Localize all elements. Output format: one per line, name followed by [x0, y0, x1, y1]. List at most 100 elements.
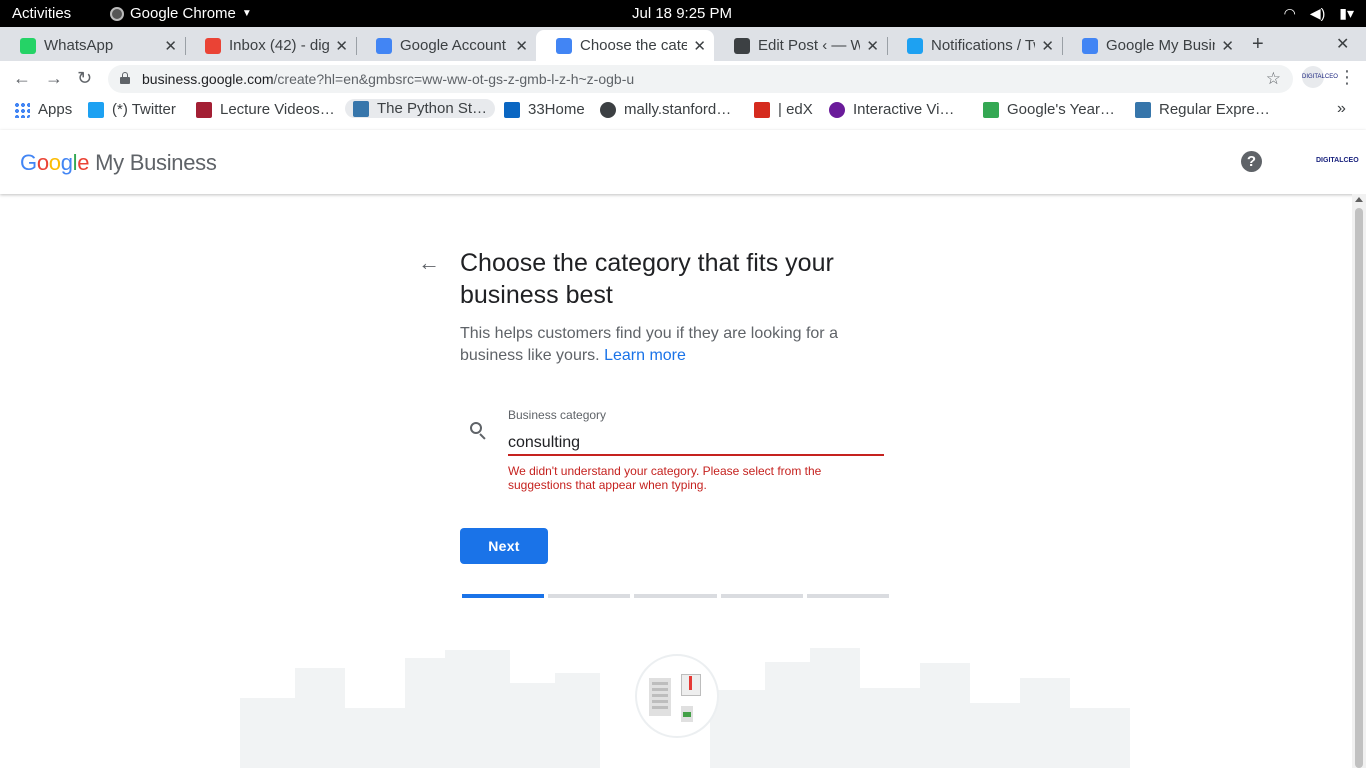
page-content: Google My Business ? DIGITALCEO ← Choose … — [0, 130, 1366, 768]
url-text[interactable]: business.google.com/create?hl=en&gmbsrc=… — [142, 71, 634, 87]
address-bar[interactable]: business.google.com/create?hl=en&gmbsrc=… — [108, 65, 1293, 93]
bookmark-favicon-icon — [14, 101, 30, 118]
bookmark-item[interactable]: 33Home — [504, 101, 585, 118]
tab-close-icon[interactable]: ✕ — [866, 37, 879, 55]
progress-segment — [720, 594, 803, 598]
tab-close-icon[interactable]: ✕ — [164, 37, 177, 55]
bookmark-item[interactable]: Interactive Vi… — [829, 101, 954, 118]
bookmarks-bar: Apps (*) Twitter Lecture Videos… The Python… — [0, 96, 1366, 126]
page-scrollbar[interactable] — [1352, 194, 1366, 768]
page-title: Choose the category that fits your busin… — [460, 249, 834, 309]
tab-title: Inbox (42) - digit — [229, 37, 330, 54]
bookmark-label: The Python St… — [377, 100, 488, 117]
lock-icon — [120, 72, 130, 84]
help-icon[interactable]: ? — [1241, 151, 1262, 172]
bookmark-label: | edX — [778, 101, 813, 118]
bookmark-item[interactable]: mally.stanford… — [600, 101, 731, 118]
chrome-menu-icon[interactable]: ⋮ — [1338, 67, 1356, 88]
app-menu[interactable]: Google Chrome ▼ — [110, 5, 252, 22]
bookmark-favicon-icon — [88, 101, 104, 118]
bookmark-label: 33Home — [528, 101, 585, 118]
back-arrow-icon[interactable]: ← — [418, 250, 440, 276]
browser-tab[interactable]: Edit Post ‹ — Wo ✕ — [714, 30, 887, 61]
browser-tab[interactable]: WhatsApp ✕ — [0, 30, 185, 61]
tab-close-icon[interactable]: ✕ — [693, 37, 706, 55]
extension-icon[interactable]: DIGITALCEO — [1302, 66, 1338, 88]
chrome-icon — [110, 6, 124, 21]
bookmarks-overflow-icon[interactable]: » — [1337, 100, 1346, 118]
bookmark-favicon-icon — [196, 101, 212, 118]
bookmark-favicon-icon — [504, 101, 520, 118]
progress-segment — [462, 594, 545, 598]
google-my-business-logo[interactable]: Google My Business — [20, 150, 217, 176]
tab-separator — [887, 37, 888, 55]
tab-favicon-icon — [20, 37, 36, 54]
tab-favicon-icon — [205, 37, 221, 54]
tab-title: Edit Post ‹ — Wo — [758, 37, 861, 54]
bookmark-label: Lecture Videos… — [220, 101, 335, 118]
tab-favicon-icon — [734, 37, 750, 54]
bookmark-star-icon[interactable]: ☆ — [1266, 69, 1281, 89]
clock[interactable]: Jul 18 9:25 PM — [632, 5, 732, 22]
volume-icon: ◀) — [1309, 5, 1326, 21]
learn-more-link[interactable]: Learn more — [604, 347, 686, 364]
bookmark-favicon-icon — [829, 101, 845, 118]
bookmark-label: Regular Expre… — [1159, 101, 1270, 118]
bookmark-favicon-icon — [600, 101, 616, 118]
scroll-up-icon[interactable] — [1355, 197, 1363, 202]
tab-strip: WhatsApp ✕ Inbox (42) - digit ✕ Google Accou… — [0, 27, 1366, 61]
tab-favicon-icon — [1082, 37, 1098, 54]
new-tab-button[interactable]: + — [1252, 33, 1264, 56]
forward-nav-icon[interactable]: → — [45, 68, 63, 89]
progress-segment — [548, 594, 631, 598]
browser-tab[interactable]: Google My Busin ✕ — [1062, 30, 1242, 61]
next-button[interactable]: Next — [460, 528, 548, 564]
tab-favicon-icon — [907, 37, 923, 54]
bookmark-item[interactable]: | edX — [754, 101, 813, 118]
bookmark-item[interactable]: The Python St… — [345, 99, 496, 118]
tab-close-icon[interactable]: ✕ — [515, 37, 528, 55]
app-name: Google Chrome — [130, 5, 236, 22]
bookmark-favicon-icon — [754, 101, 770, 118]
business-illustration — [635, 654, 719, 738]
activities-button[interactable]: Activities — [12, 5, 71, 22]
wifi-icon: ◠ — [1283, 5, 1296, 21]
bookmark-item[interactable]: (*) Twitter — [88, 101, 176, 118]
bookmark-item[interactable]: Lecture Videos… — [196, 101, 335, 118]
system-tray[interactable]: ◠ ◀) ▮▾ — [1284, 5, 1354, 22]
gmb-header: Google My Business ? DIGITALCEO — [0, 130, 1366, 194]
tab-close-icon[interactable]: ✕ — [335, 37, 348, 55]
bookmark-item[interactable]: Apps — [14, 101, 72, 118]
progress-segment — [634, 594, 717, 598]
business-category-input[interactable] — [508, 431, 884, 455]
caret-down-icon: ▼ — [241, 8, 252, 19]
back-nav-icon[interactable]: ← — [13, 68, 31, 89]
tab-title: Google Account — [400, 37, 506, 54]
input-underline — [508, 454, 884, 456]
tab-title: Google My Busin — [1106, 37, 1216, 54]
step-progress — [462, 594, 889, 598]
bookmark-item[interactable]: Regular Expre… — [1135, 101, 1270, 118]
bookmark-label: Interactive Vi… — [853, 101, 955, 118]
tab-favicon-icon — [556, 37, 572, 54]
tab-title: Choose the categ — [580, 37, 688, 54]
bookmark-favicon-icon — [983, 101, 999, 118]
tab-separator — [185, 37, 186, 55]
error-message: We didn't understand your category. Plea… — [508, 464, 822, 492]
browser-tab[interactable]: Choose the categ ✕ — [536, 30, 714, 61]
scrollbar-thumb[interactable] — [1355, 208, 1363, 768]
window-close-icon[interactable]: ✕ — [1336, 34, 1349, 54]
browser-tab[interactable]: Inbox (42) - digit ✕ — [185, 30, 356, 61]
account-avatar[interactable]: DIGITALCEO — [1316, 150, 1359, 172]
browser-tab[interactable]: Notifications / Tw ✕ — [887, 30, 1062, 61]
battery-icon: ▮▾ — [1339, 5, 1354, 21]
bookmark-item[interactable]: Google's Year… — [983, 101, 1115, 118]
tab-close-icon[interactable]: ✕ — [1041, 37, 1054, 55]
bookmark-favicon-icon — [1135, 101, 1151, 118]
reload-icon[interactable]: ↻ — [77, 68, 92, 89]
browser-tab[interactable]: Google Account ✕ — [356, 30, 536, 61]
bookmark-label: Google's Year… — [1007, 101, 1115, 118]
search-icon — [470, 422, 488, 440]
bookmark-favicon-icon — [353, 100, 369, 117]
tab-close-icon[interactable]: ✕ — [1221, 37, 1234, 55]
